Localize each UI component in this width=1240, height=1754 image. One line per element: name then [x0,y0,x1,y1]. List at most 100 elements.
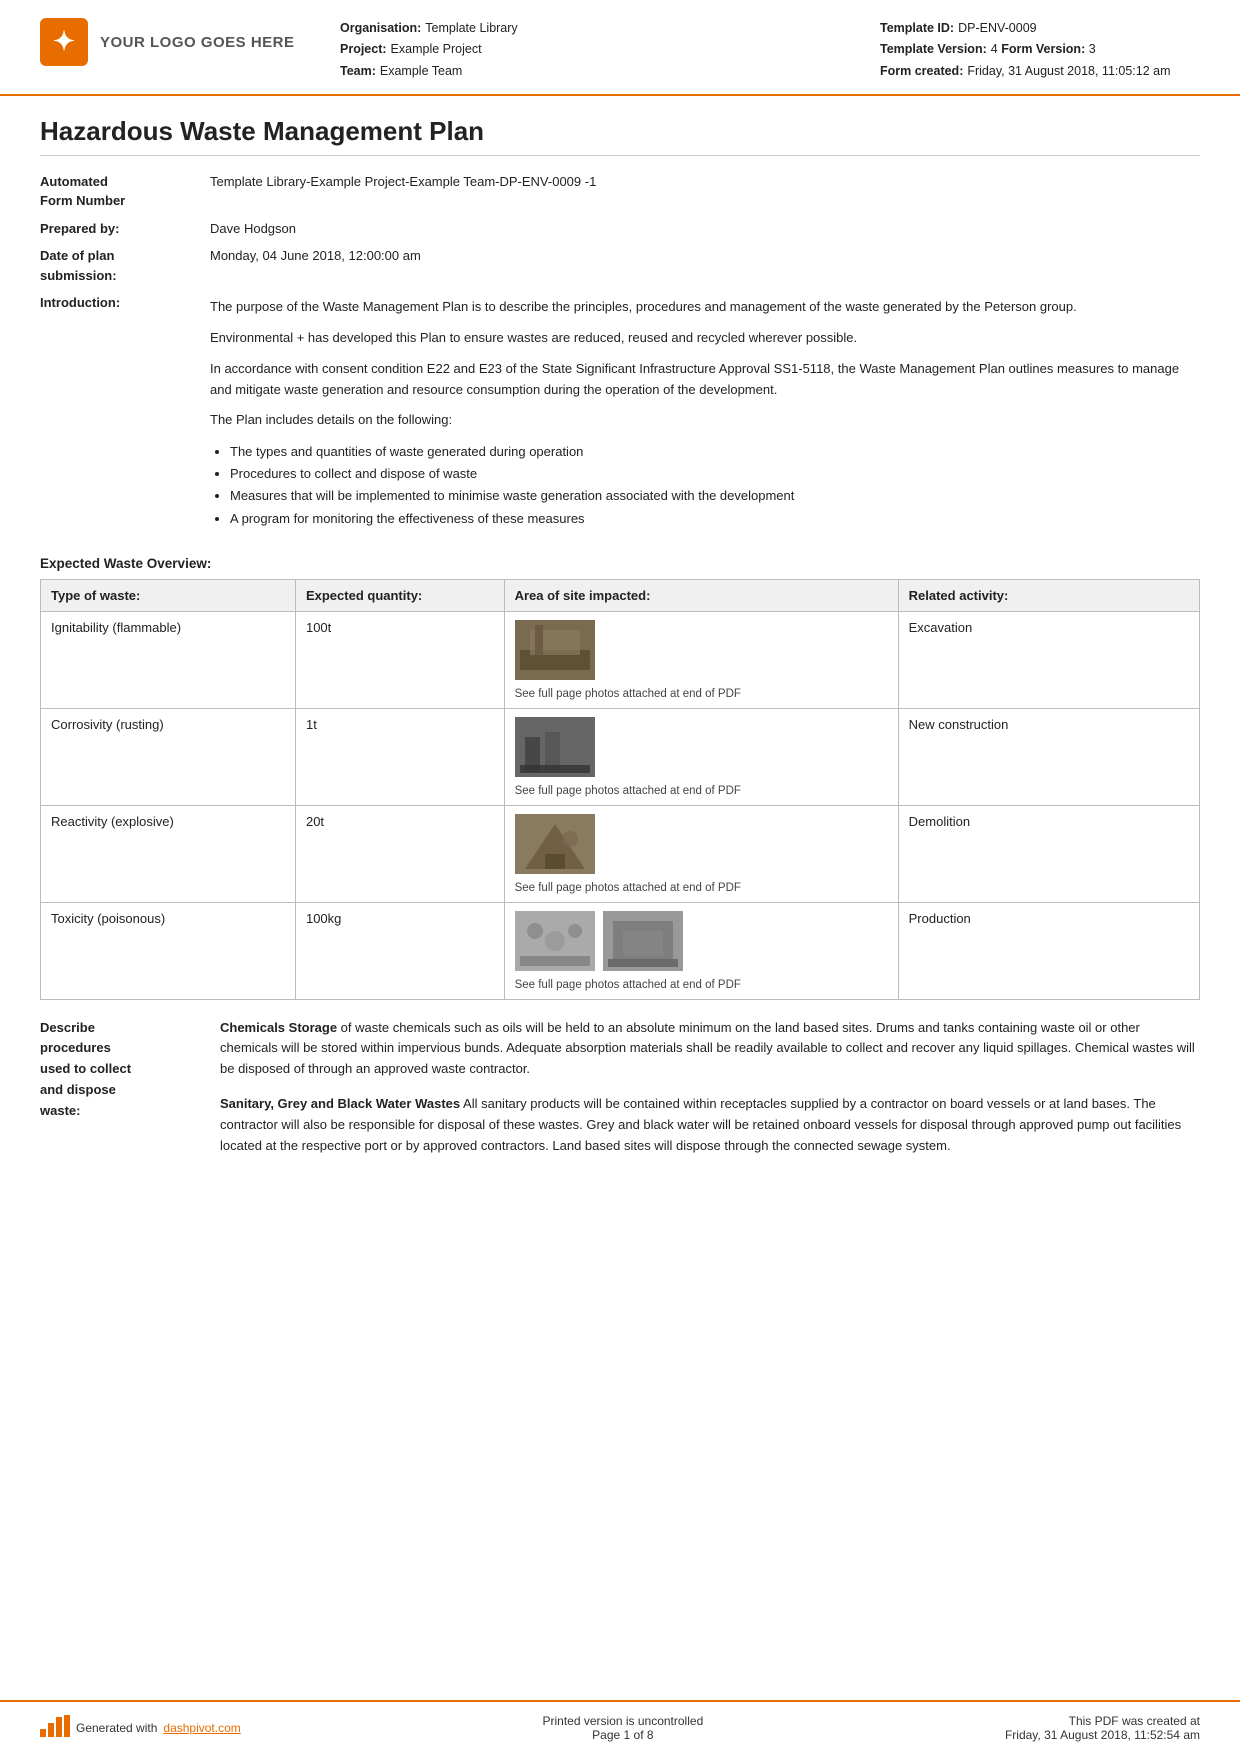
waste-area-cell: See full page photos attached at end of … [504,708,898,805]
list-item: Measures that will be implemented to min… [230,485,1200,507]
prepared-by-value: Dave Hodgson [210,219,1200,239]
intro-para-4: The Plan includes details on the followi… [210,410,1200,431]
date-of-plan-row: Date of plansubmission: Monday, 04 June … [40,246,1200,285]
intro-bullet-list: The types and quantities of waste genera… [230,441,1200,529]
chemicals-storage-bold: Chemicals Storage [220,1020,337,1035]
template-id-label: Template ID: [880,18,954,39]
table-row: Corrosivity (rusting) 1t [41,708,1200,805]
project-value: Example Project [391,39,482,60]
logo-area: ✦ YOUR LOGO GOES HERE [40,18,300,66]
prepared-by-label: Prepared by: [40,219,210,239]
document-header: ✦ YOUR LOGO GOES HERE Organisation: Temp… [0,0,1240,96]
chemicals-storage-text: of waste chemicals such as oils will be … [220,1020,1195,1077]
page-info-text: Page 1 of 8 [542,1728,703,1742]
list-item: The types and quantities of waste genera… [230,441,1200,463]
team-value: Example Team [380,61,462,82]
document-title: Hazardous Waste Management Plan [40,116,1200,156]
form-created-value: Friday, 31 August 2018, 11:05:12 am [967,61,1170,82]
waste-type-cell: Ignitability (flammable) [41,611,296,708]
template-version-label: Template Version: [880,39,987,60]
table-header-row: Type of waste: Expected quantity: Area o… [41,579,1200,611]
photos-container: See full page photos attached at end of … [515,717,888,797]
waste-activity-cell: Demolition [898,805,1199,902]
footer-left: Generated with dashpivot.com [40,1715,241,1742]
waste-table: Type of waste: Expected quantity: Area o… [40,579,1200,1000]
intro-para-2: Environmental + has developed this Plan … [210,328,1200,349]
list-item: A program for monitoring the effectivene… [230,508,1200,530]
intro-para-3: In accordance with consent condition E22… [210,359,1200,401]
waste-qty-cell: 1t [295,708,504,805]
waste-type-cell: Toxicity (poisonous) [41,902,296,999]
introduction-label: Introduction: [40,293,210,313]
org-value: Template Library [425,18,517,39]
footer-link[interactable]: dashpivot.com [163,1721,240,1735]
automated-form-label: AutomatedForm Number [40,172,210,211]
photos-row [515,717,888,777]
col-header-area: Area of site impacted: [504,579,898,611]
header-meta-right: Template ID: DP-ENV-0009 Template Versio… [880,18,1200,82]
list-item: Procedures to collect and dispose of was… [230,463,1200,485]
table-row: Toxicity (poisonous) 100kg [41,902,1200,999]
waste-area-cell: See full page photos attached at end of … [504,902,898,999]
photo-thumbnail [515,814,595,874]
header-meta-center: Organisation: Template Library Project: … [340,18,880,82]
col-header-activity: Related activity: [898,579,1199,611]
photos-container: See full page photos attached at end of … [515,814,888,894]
introduction-content: The purpose of the Waste Management Plan… [210,297,1200,537]
footer-logo-icon [40,1715,70,1742]
template-version-value: 4 Form Version: 3 [991,39,1096,60]
logo-text: YOUR LOGO GOES HERE [100,34,295,51]
form-created-label: Form created: [880,61,963,82]
waste-activity-cell: Excavation [898,611,1199,708]
expected-waste-heading: Expected Waste Overview: [40,556,1200,571]
waste-qty-cell: 100kg [295,902,504,999]
footer-right: This PDF was created at Friday, 31 Augus… [1005,1714,1200,1742]
prepared-by-row: Prepared by: Dave Hodgson [40,219,1200,239]
waste-area-cell: See full page photos attached at end of … [504,805,898,902]
photos-container: See full page photos attached at end of … [515,911,888,991]
pdf-created-date: Friday, 31 August 2018, 11:52:54 am [1005,1728,1200,1742]
col-header-qty: Expected quantity: [295,579,504,611]
waste-qty-cell: 20t [295,805,504,902]
waste-area-cell: See full page photos attached at end of … [504,611,898,708]
main-content: Hazardous Waste Management Plan Automate… [0,96,1240,1700]
describe-procedures-section: Describeproceduresused to collectand dis… [40,1018,1200,1171]
introduction-row: Introduction: The purpose of the Waste M… [40,293,1200,537]
footer-center: Printed version is uncontrolled Page 1 o… [542,1714,703,1742]
describe-procedures-label: Describeproceduresused to collectand dis… [40,1018,200,1171]
project-label: Project: [340,39,387,60]
photo-thumbnail [603,911,683,971]
automated-form-row: AutomatedForm Number Template Library-Ex… [40,172,1200,211]
photo-caption: See full page photos attached at end of … [515,688,888,700]
describe-procedures-content: Chemicals Storage of waste chemicals suc… [220,1018,1200,1171]
photo-caption: See full page photos attached at end of … [515,882,888,894]
waste-activity-cell: Production [898,902,1199,999]
waste-qty-cell: 100t [295,611,504,708]
logo-icon: ✦ [40,18,88,66]
photo-caption: See full page photos attached at end of … [515,785,888,797]
table-row: Reactivity (explosive) 20t [41,805,1200,902]
automated-form-value: Template Library-Example Project-Example… [210,172,1200,211]
table-row: Ignitability (flammable) 100t [41,611,1200,708]
waste-type-cell: Corrosivity (rusting) [41,708,296,805]
sanitary-para: Sanitary, Grey and Black Water Wastes Al… [220,1094,1200,1156]
photo-thumbnail [515,911,595,971]
photos-container: See full page photos attached at end of … [515,620,888,700]
generated-with-text: Generated with [76,1721,157,1735]
org-label: Organisation: [340,18,421,39]
photos-row [515,620,888,680]
waste-activity-cell: New construction [898,708,1199,805]
photos-row [515,814,888,874]
waste-type-cell: Reactivity (explosive) [41,805,296,902]
intro-para-1: The purpose of the Waste Management Plan… [210,297,1200,318]
photo-thumbnail [515,717,595,777]
date-of-plan-label: Date of plansubmission: [40,246,210,285]
chemicals-storage-para: Chemicals Storage of waste chemicals suc… [220,1018,1200,1080]
document-footer: Generated with dashpivot.com Printed ver… [0,1700,1240,1754]
sanitary-bold: Sanitary, Grey and Black Water Wastes [220,1096,460,1111]
team-label: Team: [340,61,376,82]
svg-text:✦: ✦ [53,26,75,56]
photo-thumbnail [515,620,595,680]
col-header-type: Type of waste: [41,579,296,611]
table-body: Ignitability (flammable) 100t [41,611,1200,999]
